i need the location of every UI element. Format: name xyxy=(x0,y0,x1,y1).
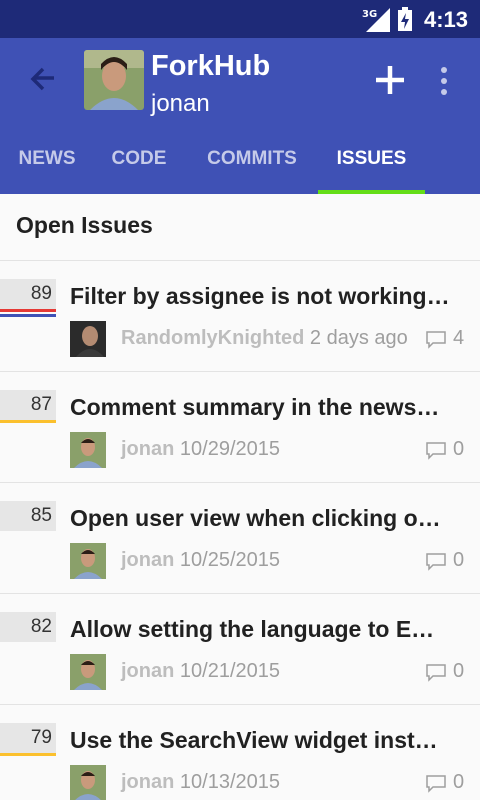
issue-meta: jonan 10/25/2015 xyxy=(121,549,280,572)
issue-date: 10/13/2015 xyxy=(179,771,281,793)
plus-icon[interactable] xyxy=(372,62,408,98)
issue-number: 85 xyxy=(0,501,56,531)
label-color-stripe xyxy=(0,753,56,756)
issue-row[interactable]: 87 Comment summary in the news… jonan 10… xyxy=(0,371,480,482)
issue-author: jonan xyxy=(121,549,175,571)
tab-issues[interactable]: ISSUES xyxy=(318,142,425,194)
comment-icon xyxy=(426,331,446,349)
issue-meta: jonan 10/13/2015 xyxy=(121,771,280,794)
issue-number: 89 xyxy=(0,279,56,317)
issue-date: 10/25/2015 xyxy=(179,549,281,571)
page-title: ForkHub xyxy=(151,50,271,82)
tab-code[interactable]: CODE xyxy=(96,142,182,194)
issue-number: 79 xyxy=(0,723,56,756)
user-avatar xyxy=(70,321,106,357)
issue-row[interactable]: 82 Allow setting the language to E… jona… xyxy=(0,593,480,704)
user-avatar xyxy=(70,654,106,690)
issue-title: Filter by assignee is not working… xyxy=(70,283,450,309)
label-color-stripe xyxy=(0,420,56,423)
avatar[interactable] xyxy=(84,50,144,110)
label-color-stripe xyxy=(0,309,56,312)
comment-count: 0 xyxy=(453,438,465,460)
issue-date: 2 days ago xyxy=(309,327,408,349)
comment-icon xyxy=(426,553,446,571)
tab-bar: NEWS CODE COMMITS ISSUES xyxy=(0,142,480,194)
tab-news[interactable]: NEWS xyxy=(4,142,90,194)
issue-number: 82 xyxy=(0,612,56,642)
comment-count: 0 xyxy=(453,549,465,571)
issue-author: jonan xyxy=(121,438,175,460)
issue-title: Open user view when clicking o… xyxy=(70,505,441,531)
comment-icon xyxy=(426,775,446,793)
issue-title: Comment summary in the news… xyxy=(70,394,440,420)
clock: 4:13 xyxy=(424,7,469,32)
issue-author: jonan xyxy=(121,771,175,793)
issue-number: 87 xyxy=(0,390,56,423)
user-avatar xyxy=(70,543,106,579)
issue-meta: jonan 10/29/2015 xyxy=(121,438,280,461)
user-avatar xyxy=(70,765,106,800)
status-bar: 3G 4:13 xyxy=(0,0,480,38)
issue-meta: RandomlyKnighted 2 days ago xyxy=(121,327,408,350)
page-subtitle: jonan xyxy=(151,90,210,117)
arrow-back-icon[interactable] xyxy=(26,62,60,96)
issue-title: Allow setting the language to E… xyxy=(70,616,435,642)
comment-count: 0 xyxy=(453,771,465,793)
user-avatar xyxy=(70,432,106,468)
issue-date: 10/29/2015 xyxy=(179,438,281,460)
issue-row[interactable]: 89 Filter by assignee is not working… Ra… xyxy=(0,260,480,371)
app-bar: ForkHub jonan NEWS CODE COMMITS ISSUES xyxy=(0,38,480,194)
issue-row[interactable]: 85 Open user view when clicking o… jonan… xyxy=(0,482,480,593)
comment-count: 4 xyxy=(453,327,465,349)
battery-icon xyxy=(398,7,412,31)
issue-row[interactable]: 79 Use the SearchView widget inst… jonan… xyxy=(0,704,480,800)
issue-meta: jonan 10/21/2015 xyxy=(121,660,280,683)
svg-text:3G: 3G xyxy=(362,9,377,20)
issue-author: RandomlyKnighted xyxy=(121,327,305,349)
label-color-stripe xyxy=(0,314,56,317)
tab-commits[interactable]: COMMITS xyxy=(192,142,312,194)
tab-indicator xyxy=(318,190,425,194)
comment-count: 0 xyxy=(453,660,465,682)
comment-icon xyxy=(426,664,446,682)
comment-icon xyxy=(426,442,446,460)
issue-title: Use the SearchView widget inst… xyxy=(70,727,438,753)
section-title: Open Issues xyxy=(16,212,153,238)
issue-author: jonan xyxy=(121,660,175,682)
issue-date: 10/21/2015 xyxy=(179,660,281,682)
more-vert-icon[interactable] xyxy=(434,66,454,96)
signal-3g-icon: 3G xyxy=(362,8,390,32)
